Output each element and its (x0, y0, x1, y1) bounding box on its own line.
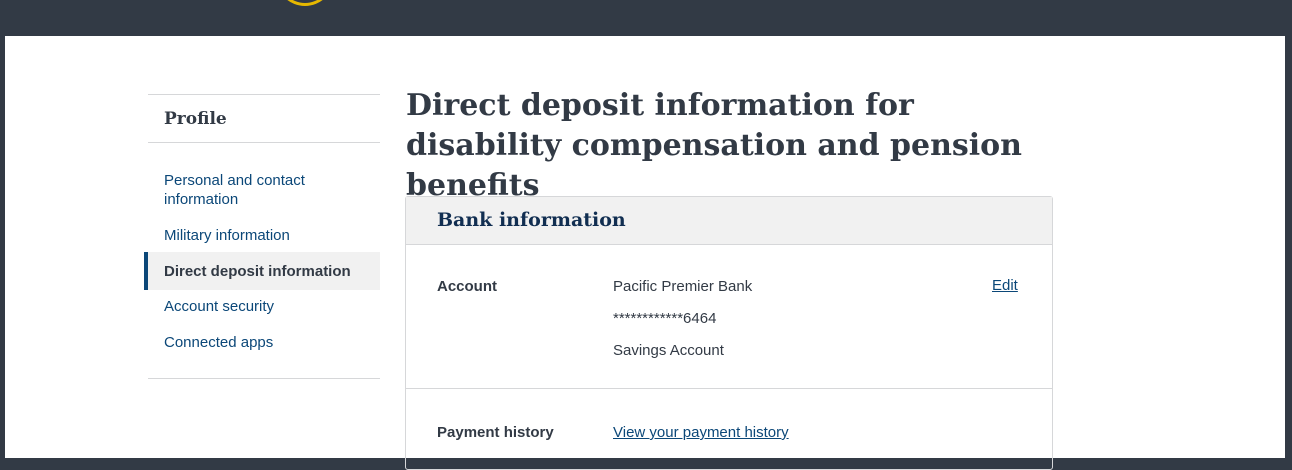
account-number: ************6464 (613, 310, 717, 327)
page-title: Direct deposit information for disabilit… (406, 88, 1022, 203)
account-row: Account Pacific Premier Bank ***********… (406, 245, 1052, 389)
payment-history-row: Payment history View your payment histor… (406, 389, 1052, 469)
payment-history-label: Payment history (437, 424, 554, 441)
sidebar-item-account-security[interactable]: Account security (144, 297, 380, 316)
edit-link[interactable]: Edit (992, 277, 1018, 294)
bank-information-card: Bank information Account Pacific Premier… (405, 196, 1053, 470)
account-type: Savings Account (613, 342, 724, 359)
sidebar-divider (148, 378, 380, 379)
payment-history-link[interactable]: View your payment history (613, 424, 789, 441)
sidebar-item-connected-apps[interactable]: Connected apps (144, 333, 380, 352)
sidebar-nav: Personal and contact information Militar… (144, 171, 380, 352)
card-header: Bank information (406, 197, 1052, 245)
account-details: Pacific Premier Bank ************6464 Sa… (613, 278, 752, 374)
va-seal-logo[interactable] (276, 0, 334, 6)
sidebar-heading: Profile (164, 109, 227, 129)
card-title: Bank information (437, 209, 626, 231)
page-content: Profile Personal and contact information… (5, 36, 1285, 470)
site-header (0, 0, 1292, 36)
sidebar-divider (148, 142, 380, 143)
account-label: Account (437, 278, 497, 295)
sidebar-item-personal-contact[interactable]: Personal and contact information (144, 171, 336, 209)
bank-name: Pacific Premier Bank (613, 278, 753, 295)
profile-sidebar: Profile Personal and contact information… (144, 94, 380, 379)
sidebar-item-direct-deposit[interactable]: Direct deposit information (144, 252, 380, 290)
sidebar-item-military[interactable]: Military information (144, 226, 380, 245)
